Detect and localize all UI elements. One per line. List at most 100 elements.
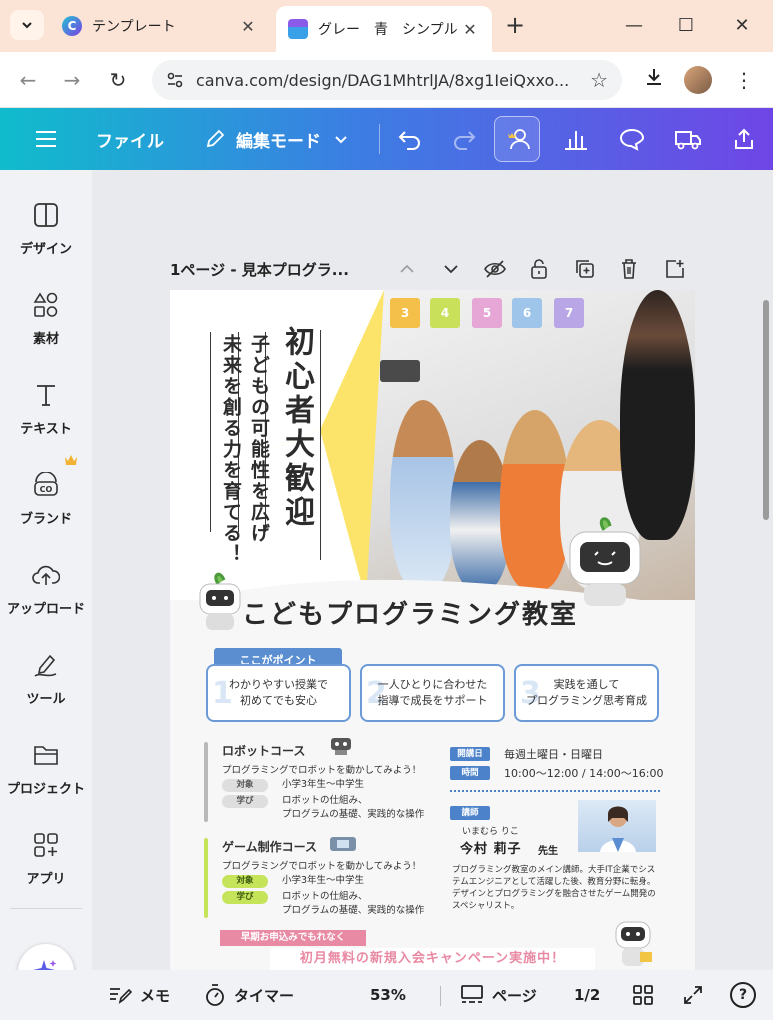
insights-chart-icon[interactable] xyxy=(560,123,592,155)
tab-design[interactable]: グレー 青 シンプル ✕ xyxy=(276,6,492,52)
campaign-subtitle[interactable]: 早期お申込みでもれなく xyxy=(220,930,366,946)
point-card-1[interactable]: 1 わかりやすい授業で 初めてでも安心 xyxy=(206,664,351,722)
bookmark-star-icon[interactable]: ☆ xyxy=(590,68,608,92)
window-close-button[interactable]: ✕ xyxy=(722,12,762,40)
canvas-scrollbar[interactable] xyxy=(763,300,769,520)
target-tag: 対象 xyxy=(222,779,268,792)
sidebar-item-label: プロジェクト xyxy=(6,782,85,797)
close-icon[interactable]: ✕ xyxy=(460,20,480,39)
headline-vertical[interactable]: 初心者大歓迎 xyxy=(274,326,318,530)
collaborate-button[interactable] xyxy=(494,116,540,162)
tab-templates[interactable]: C テンプレート ✕ xyxy=(50,6,270,46)
sidebar-divider xyxy=(10,908,82,909)
sidebar-item-tools[interactable]: ツール xyxy=(0,640,92,720)
point-line-2: 初めてでも安心 xyxy=(240,694,317,707)
add-page-icon[interactable] xyxy=(662,256,688,282)
minimize-button[interactable]: — xyxy=(614,12,654,40)
editor-bottom-bar: メモ タイマー 53% ページ 1/2 ? xyxy=(0,970,773,1020)
tab-title: グレー 青 シンプル xyxy=(318,22,458,38)
address-bar[interactable]: canva.com/design/DAG1MhtrlJA/8xg1IeiQxxo… xyxy=(152,60,622,100)
course-title: ロボットコース xyxy=(222,744,306,758)
page-counter[interactable]: 1/2 xyxy=(574,982,600,1008)
file-menu-button[interactable]: ファイル xyxy=(96,108,164,170)
tab-search-button[interactable] xyxy=(10,10,44,40)
undo-icon[interactable] xyxy=(394,123,426,155)
timer-button[interactable]: タイマー xyxy=(204,982,294,1008)
teacher-photo[interactable] xyxy=(578,800,656,852)
profile-avatar[interactable] xyxy=(684,66,712,94)
duplicate-page-icon[interactable] xyxy=(572,256,598,282)
share-upload-icon[interactable] xyxy=(728,123,760,155)
fullscreen-icon[interactable] xyxy=(682,982,704,1008)
course-description: プログラミングでロボットを動かしてみよう！ xyxy=(222,861,422,872)
notes-button[interactable]: メモ xyxy=(108,982,170,1008)
poster-main-title[interactable]: こどもプログラミング教室 xyxy=(242,594,578,631)
learn-text-1: ロボットの仕組み、 xyxy=(282,891,368,902)
schedule-day-text[interactable]: 毎週土曜日・日曜日 xyxy=(504,746,603,762)
toolbar-divider xyxy=(379,124,380,154)
teacher-tag: 講師 xyxy=(450,806,490,820)
sidebar-item-upload[interactable]: アップロード xyxy=(0,550,92,630)
teacher-bio[interactable]: プログラミング教室のメイン講師。大手IT企業でシステムエンジニアとして活躍した後… xyxy=(452,864,662,912)
course-game[interactable]: ゲーム制作コース プログラミングでロボットを動かしてみよう！ 対象 小学3年生〜… xyxy=(204,837,424,918)
teacher-name[interactable]: 今村 莉子 xyxy=(460,838,522,857)
design-page[interactable]: 3 4 5 6 7 初心者大歓迎 子どもの可能性を広げ 未来を創る力を育てる！ xyxy=(170,290,695,970)
robot-icon xyxy=(331,738,351,755)
download-icon[interactable] xyxy=(638,64,670,96)
learn-text-1: ロボットの仕組み、 xyxy=(282,795,368,806)
back-icon[interactable]: ← xyxy=(14,66,42,94)
sidebar-item-label: アップロード xyxy=(6,602,85,617)
forward-icon[interactable]: → xyxy=(58,66,86,94)
point-line-1: 一人ひとりに合わせた xyxy=(377,678,488,691)
edit-mode-button[interactable]: 編集モード xyxy=(204,108,349,170)
campaign-title[interactable]: 初月無料の新規入会キャンペーン実施中！ xyxy=(270,948,595,970)
hamburger-menu-icon[interactable] xyxy=(30,123,62,155)
grid-view-icon[interactable] xyxy=(632,982,654,1008)
comment-icon[interactable] xyxy=(616,123,648,155)
pages-button[interactable]: ページ xyxy=(460,982,537,1008)
help-button[interactable]: ? xyxy=(730,982,756,1008)
reload-icon[interactable]: ↻ xyxy=(104,66,132,94)
point-text: 実践を通して プログラミング思考育成 xyxy=(516,677,657,709)
upload-icon xyxy=(31,560,61,590)
teacher-reading[interactable]: いまむら りこ xyxy=(462,824,519,837)
eye-hide-icon[interactable] xyxy=(482,256,508,282)
schedule-time-text[interactable]: 10:00〜12:00 / 14:00〜16:00 xyxy=(504,765,664,781)
sidebar-item-text[interactable]: テキスト xyxy=(0,370,92,450)
vertical-rule xyxy=(320,330,321,560)
notes-icon xyxy=(110,988,132,1004)
site-settings-icon[interactable] xyxy=(166,71,184,89)
maximize-button[interactable]: ☐ xyxy=(666,12,706,40)
sidebar-item-brand[interactable]: CO ブランド xyxy=(0,460,92,540)
close-icon[interactable]: ✕ xyxy=(238,17,258,36)
delivery-truck-icon[interactable] xyxy=(672,123,704,155)
course-robot[interactable]: ロボットコース プログラミングでロボットを動かしてみよう！ 対象 小学3年生〜中… xyxy=(204,738,424,822)
more-menu-icon[interactable]: ⋮ xyxy=(728,64,760,96)
trash-icon[interactable] xyxy=(616,256,642,282)
new-tab-button[interactable]: + xyxy=(500,12,530,40)
subheadline-vertical-2[interactable]: 未来を創る力を育てる！ xyxy=(218,334,245,565)
subheadline-vertical-1[interactable]: 子どもの可能性を広げ xyxy=(246,334,273,544)
point-card-3[interactable]: 3 実践を通して プログラミング思考育成 xyxy=(514,664,659,722)
edit-mode-label: 編集モード xyxy=(236,131,321,152)
shapes-icon xyxy=(31,290,61,320)
point-card-2[interactable]: 2 一人ひとりに合わせた 指導で成長をサポート xyxy=(360,664,505,722)
chevron-down-icon[interactable] xyxy=(438,256,464,282)
layout-icon xyxy=(31,200,61,230)
sidebar-item-apps[interactable]: アプリ xyxy=(0,820,92,900)
page-title[interactable]: 1ページ - 見本プログラ... xyxy=(170,259,349,280)
target-text: 小学3年生〜中学生 xyxy=(282,875,365,886)
sidebar-item-design[interactable]: デザイン xyxy=(0,190,92,270)
lock-icon[interactable] xyxy=(526,256,552,282)
vertical-rule xyxy=(210,332,211,532)
zoom-level[interactable]: 53% xyxy=(370,982,406,1008)
redo-icon[interactable] xyxy=(448,123,480,155)
sidebar-item-elements[interactable]: 素材 xyxy=(0,280,92,360)
sidebar-item-projects[interactable]: プロジェクト xyxy=(0,730,92,810)
tab-title: テンプレート xyxy=(92,19,176,35)
zoom-value: 53% xyxy=(370,986,406,1004)
apps-icon xyxy=(31,830,61,860)
chevron-up-icon[interactable] xyxy=(394,256,420,282)
printer-icon xyxy=(288,19,308,39)
help-icon: ? xyxy=(738,987,748,1003)
